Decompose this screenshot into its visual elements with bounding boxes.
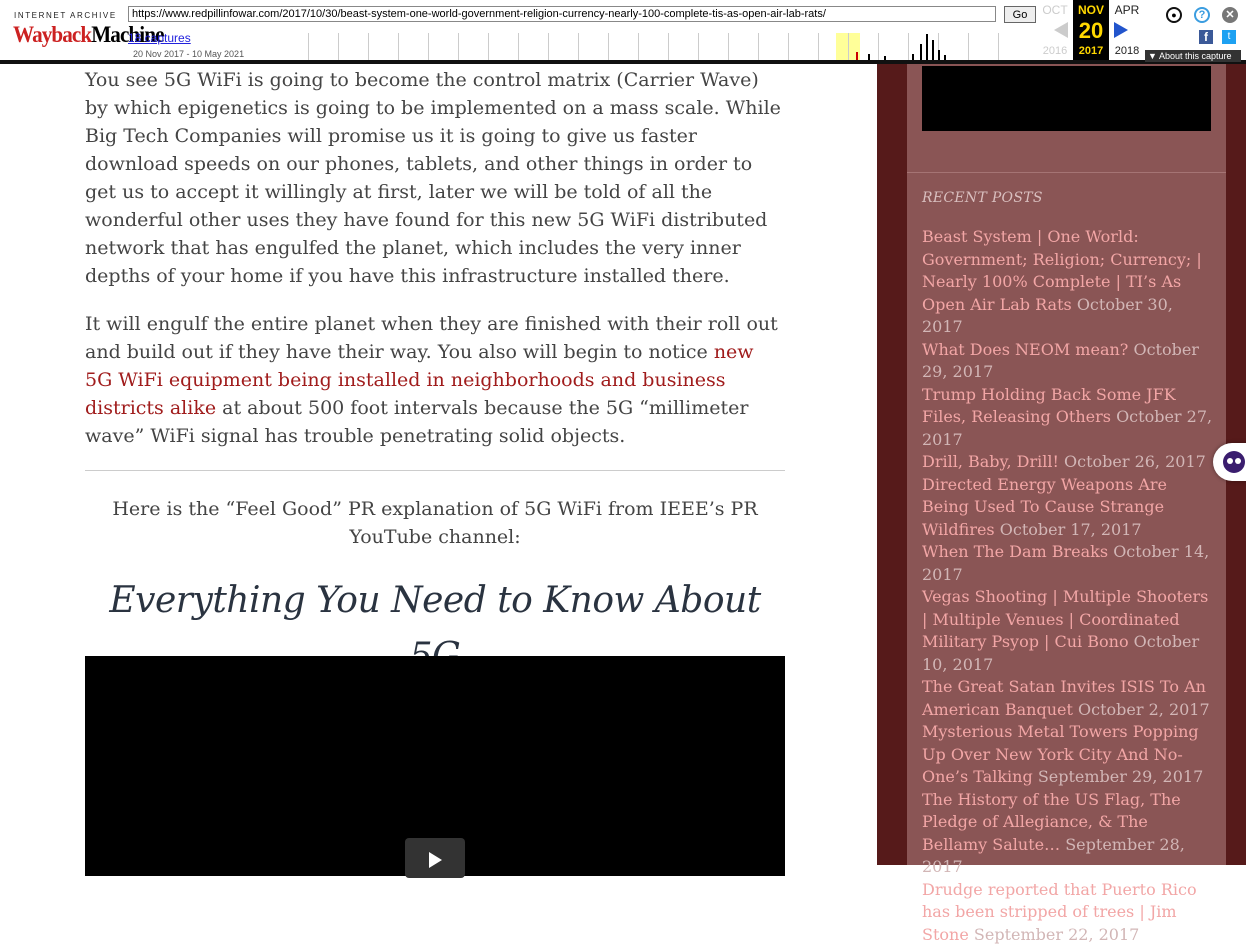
prev-capture-arrow-icon[interactable]: [1054, 22, 1068, 38]
timeline-year[interactable]: [458, 33, 489, 60]
help-icon[interactable]: ?: [1194, 7, 1210, 23]
capture-bar: [944, 55, 946, 60]
timeline-year[interactable]: [368, 33, 399, 60]
capture-timeline[interactable]: [308, 33, 1040, 60]
paragraph-text: It will engulf the entire planet when th…: [85, 313, 778, 363]
sidebar-widget-box: [922, 66, 1211, 131]
recent-posts-list: Beast System | One World: Government; Re…: [922, 226, 1215, 946]
timeline-year[interactable]: [518, 33, 549, 60]
facebook-icon[interactable]: f: [1199, 30, 1213, 44]
capture-bar: [856, 52, 858, 60]
accessibility-face-icon: [1223, 451, 1245, 473]
wayback-url-input[interactable]: [128, 6, 996, 22]
sidebar: RECENT POSTS Beast System | One World: G…: [907, 0, 1226, 865]
prev-year: 2016: [1037, 45, 1073, 57]
timeline-year[interactable]: [878, 33, 909, 60]
twitter-icon[interactable]: t: [1222, 30, 1236, 44]
capture-bar: [868, 54, 870, 60]
timeline-year[interactable]: [968, 33, 999, 60]
timeline-year[interactable]: [548, 33, 579, 60]
timeline-year[interactable]: [758, 33, 789, 60]
sidebar-divider: [907, 172, 1226, 173]
capture-bar: [884, 56, 886, 60]
timeline-year[interactable]: [728, 33, 759, 60]
about-capture-label: About this capture: [1159, 51, 1232, 61]
wayback-toolbar: INTERNET ARCHIVE WaybackMachine Go 18 ca…: [0, 0, 1246, 64]
list-item: The Great Satan Invites ISIS To An Ameri…: [922, 676, 1215, 721]
about-capture-dropdown[interactable]: ▼ About this capture: [1145, 50, 1241, 62]
list-item: Mysterious Metal Towers Popping Up Over …: [922, 721, 1215, 789]
list-item: Drudge reported that Puerto Rico has bee…: [922, 879, 1215, 946]
timeline-year[interactable]: [398, 33, 429, 60]
post-date: September 29, 2017: [1038, 767, 1203, 786]
current-capture-column: NOV 20 2017: [1073, 0, 1109, 60]
current-month: NOV: [1073, 3, 1109, 17]
article-paragraph: You see 5G WiFi is going to become the c…: [85, 66, 785, 290]
video-intro: Here is the “Feel Good” PR explanation o…: [85, 495, 785, 551]
accessibility-widget[interactable]: [1213, 443, 1246, 481]
timeline-year[interactable]: [818, 33, 849, 60]
capture-date-range: 20 Nov 2017 - 10 May 2021: [133, 49, 244, 59]
prev-month: OCT: [1037, 3, 1073, 17]
go-button[interactable]: Go: [1004, 6, 1036, 23]
logo-red-text: Wayback: [13, 22, 91, 47]
next-year: 2018: [1109, 45, 1145, 57]
timeline-year[interactable]: [668, 33, 699, 60]
capture-bar: [920, 44, 922, 60]
list-item: Directed Energy Weapons Are Being Used T…: [922, 474, 1215, 542]
list-item: Drill, Baby, Drill! October 26, 2017: [922, 451, 1215, 474]
timeline-year[interactable]: [578, 33, 609, 60]
post-date: September 22, 2017: [974, 925, 1139, 944]
timeline-year[interactable]: [338, 33, 369, 60]
list-item: Vegas Shooting | Multiple Shooters | Mul…: [922, 586, 1215, 676]
list-item: Trump Holding Back Some JFK Files, Relea…: [922, 384, 1215, 452]
post-link[interactable]: Drill, Baby, Drill!: [922, 452, 1059, 471]
next-month: APR: [1109, 3, 1145, 17]
timeline-year[interactable]: [608, 33, 639, 60]
article-content: You see 5G WiFi is going to become the c…: [85, 66, 785, 685]
timeline-year[interactable]: [488, 33, 519, 60]
post-link[interactable]: When The Dam Breaks: [922, 542, 1108, 561]
post-link[interactable]: What Does NEOM mean?: [922, 340, 1128, 359]
capture-bar: [926, 34, 928, 60]
divider: [85, 470, 785, 471]
close-icon[interactable]: ✕: [1222, 7, 1238, 23]
user-icon[interactable]: ●: [1166, 7, 1182, 23]
list-item: The History of the US Flag, The Pledge o…: [922, 789, 1215, 879]
timeline-year[interactable]: [938, 33, 969, 60]
capture-bar: [932, 40, 934, 60]
timeline-year[interactable]: [848, 33, 879, 60]
play-button-icon[interactable]: [405, 838, 465, 878]
capture-bar: [938, 50, 940, 60]
post-date: October 26, 2017: [1064, 452, 1206, 471]
current-day: 20: [1073, 18, 1109, 44]
captures-link[interactable]: 18 captures: [128, 31, 191, 45]
chevron-down-icon: ▼: [1148, 51, 1157, 61]
next-month-column[interactable]: APR 2018: [1109, 0, 1145, 60]
timeline-year[interactable]: [428, 33, 459, 60]
current-year: 2017: [1073, 45, 1109, 57]
timeline-year[interactable]: [638, 33, 669, 60]
post-date: October 17, 2017: [1000, 520, 1142, 539]
timeline-year[interactable]: [698, 33, 729, 60]
youtube-embed[interactable]: [85, 656, 785, 876]
list-item: When The Dam Breaks October 14, 2017: [922, 541, 1215, 586]
timeline-year[interactable]: [308, 33, 339, 60]
list-item: What Does NEOM mean? October 29, 2017: [922, 339, 1215, 384]
post-date: October 2, 2017: [1078, 700, 1210, 719]
timeline-year[interactable]: [998, 33, 1029, 60]
internet-archive-label: INTERNET ARCHIVE: [14, 11, 117, 20]
recent-posts-heading: RECENT POSTS: [922, 190, 1043, 206]
capture-bar: [912, 54, 914, 60]
timeline-year[interactable]: [788, 33, 819, 60]
article-paragraph: It will engulf the entire planet when th…: [85, 310, 785, 450]
list-item: Beast System | One World: Government; Re…: [922, 226, 1215, 339]
